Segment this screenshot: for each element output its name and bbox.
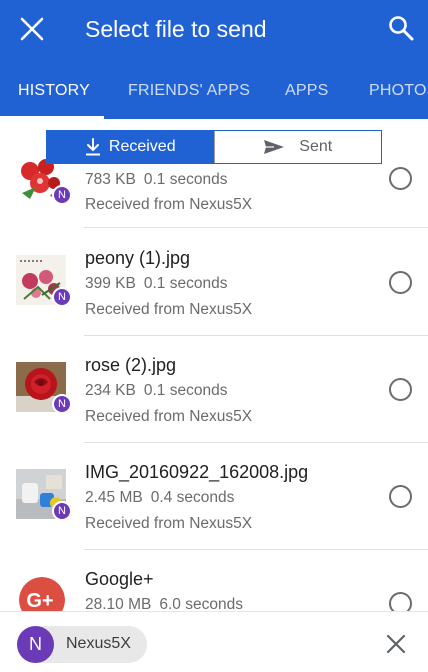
file-list: N 783 KB 0.1 seconds Received from Nexus5… bbox=[0, 119, 428, 611]
send-icon bbox=[264, 140, 285, 154]
list-item[interactable]: N peony (1).jpg 399 KB 0.1 seconds Receiv… bbox=[0, 229, 428, 336]
file-name: IMG_20160922_162008.jpg bbox=[85, 462, 309, 482]
tab-friends-apps[interactable]: FRIENDS' APPS bbox=[128, 82, 250, 100]
select-radio[interactable] bbox=[389, 485, 412, 508]
file-meta: 2.45 MB 0.4 seconds bbox=[85, 489, 235, 506]
device-badge: N bbox=[52, 501, 72, 521]
received-label: Received bbox=[108, 138, 176, 155]
sent-label: Sent bbox=[299, 138, 333, 155]
avatar: N bbox=[17, 626, 54, 663]
device-badge: N bbox=[52, 287, 72, 307]
file-name: Google+ bbox=[85, 569, 154, 589]
received-button[interactable]: Received bbox=[47, 131, 214, 163]
select-radio[interactable] bbox=[389, 167, 412, 190]
search-icon[interactable] bbox=[386, 13, 416, 43]
select-radio[interactable] bbox=[389, 271, 412, 294]
file-source: Received from Nexus5X bbox=[85, 301, 253, 318]
close-icon[interactable] bbox=[385, 633, 407, 655]
device-name: Nexus5X bbox=[66, 635, 131, 652]
file-meta: 234 KB 0.1 seconds bbox=[85, 382, 228, 399]
list-item[interactable]: N rose (2).jpg 234 KB 0.1 seconds Receive… bbox=[0, 336, 428, 443]
device-badge: N bbox=[52, 185, 72, 205]
file-name: rose (2).jpg bbox=[85, 355, 177, 375]
file-source: Received from Nexus5X bbox=[85, 408, 253, 425]
tab-history[interactable]: HISTORY bbox=[18, 82, 90, 100]
select-radio[interactable] bbox=[389, 378, 412, 401]
file-meta: 783 KB 0.1 seconds bbox=[85, 171, 228, 188]
file-source: Received from Nexus5X bbox=[85, 196, 253, 213]
tab-bar: HISTORY FRIENDS' APPS APPS PHOTOS bbox=[0, 72, 428, 119]
select-radio[interactable] bbox=[389, 592, 412, 611]
google-plus-icon: G+ bbox=[19, 577, 65, 611]
tab-photos[interactable]: PHOTOS bbox=[369, 82, 428, 100]
file-meta: 28.10 MB 6.0 seconds bbox=[85, 596, 243, 611]
received-sent-toggle: Received Sent bbox=[46, 130, 382, 164]
tab-apps[interactable]: APPS bbox=[285, 82, 329, 100]
download-icon bbox=[85, 138, 100, 156]
app-bar: Select file to send HISTORY FRIENDS' APP… bbox=[0, 0, 428, 119]
divider bbox=[84, 227, 428, 228]
file-meta: 399 KB 0.1 seconds bbox=[85, 275, 228, 292]
file-name: peony (1).jpg bbox=[85, 248, 191, 268]
connected-device-bar: N Nexus5X bbox=[0, 611, 428, 672]
page-title: Select file to send bbox=[85, 16, 267, 42]
close-icon[interactable] bbox=[18, 15, 46, 43]
device-badge: N bbox=[52, 394, 72, 414]
file-source: Received from Nexus5X bbox=[85, 515, 253, 532]
device-chip[interactable]: N Nexus5X bbox=[17, 626, 147, 663]
list-item[interactable]: G+ Google+ 28.10 MB 6.0 seconds bbox=[0, 550, 428, 611]
svg-text:G+: G+ bbox=[26, 590, 53, 611]
sent-button[interactable]: Sent bbox=[213, 131, 382, 163]
list-item[interactable]: N IMG_20160922_162008.jpg 2.45 MB 0.4 sec… bbox=[0, 443, 428, 550]
